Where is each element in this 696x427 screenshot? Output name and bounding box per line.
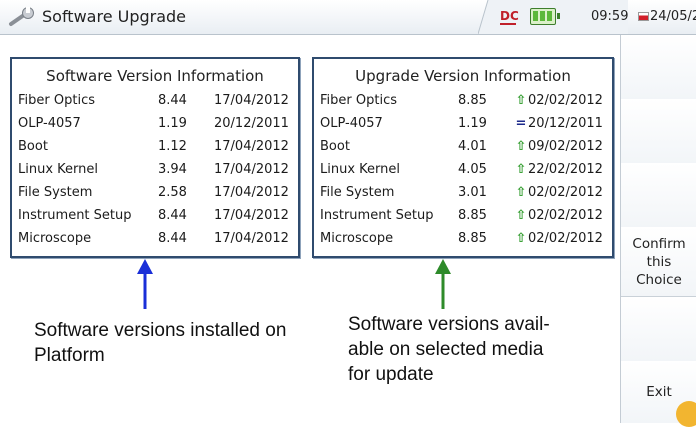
- exit-button-label: Exit: [646, 384, 672, 400]
- available-caption: Software versions avail- able on selecte…: [348, 312, 618, 387]
- software-version-panel: Software Version Information Fiber Optic…: [10, 57, 300, 258]
- upgrade-arrow-icon: ⇧: [515, 231, 527, 246]
- panel-title: Software Version Information: [46, 67, 264, 85]
- upgrade-arrow-icon: ⇧: [515, 185, 527, 200]
- button-label-line: Choice: [636, 271, 682, 288]
- upgrade-arrow-icon: ⇧: [515, 162, 527, 177]
- module-name: Microscope: [320, 231, 394, 246]
- module-version: 4.05: [458, 162, 487, 177]
- module-date: 17/04/2012: [214, 208, 289, 223]
- module-version: 8.85: [458, 93, 487, 108]
- module-date: 20/12/2011: [214, 116, 289, 131]
- module-name: Boot: [18, 139, 48, 154]
- module-date: 17/04/2012: [214, 162, 289, 177]
- clock-date: 24/05/2012: [650, 9, 696, 24]
- title-bar: Software Upgrade DC 09:59 24/05/2012: [0, 0, 696, 35]
- module-version: 1.12: [158, 139, 187, 154]
- corner-decoration-icon: [676, 401, 696, 427]
- module-name: Linux Kernel: [18, 162, 98, 177]
- module-version: 8.44: [158, 208, 187, 223]
- software-upgrade-screen: Software Upgrade DC 09:59 24/05/2012 Sof…: [0, 0, 696, 427]
- caption-line: for update: [348, 364, 434, 385]
- module-version: 8.85: [458, 208, 487, 223]
- module-name: OLP-4057: [320, 116, 383, 131]
- module-version: 1.19: [458, 116, 487, 131]
- equal-icon: =: [515, 116, 527, 131]
- module-name: Instrument Setup: [320, 208, 434, 223]
- side-button-panel: Confirm this Choice Exit: [620, 35, 696, 423]
- caption-line: able on selected media: [348, 339, 544, 360]
- up-arrow-icon: [137, 259, 153, 309]
- module-name: OLP-4057: [18, 116, 81, 131]
- remote-control-icon: DC: [500, 9, 519, 25]
- module-version: 3.01: [458, 185, 487, 200]
- module-version: 2.58: [158, 185, 187, 200]
- main-content: Software Version Information Fiber Optic…: [0, 35, 620, 423]
- module-name: Linux Kernel: [320, 162, 400, 177]
- side-button-1[interactable]: [621, 35, 696, 101]
- module-date: 02/02/2012: [528, 208, 603, 223]
- module-version: 1.19: [158, 116, 187, 131]
- installed-caption: Software versions installed on Platform: [34, 320, 287, 366]
- module-name: Microscope: [18, 231, 92, 246]
- module-name: File System: [320, 185, 395, 200]
- app-title: Software Upgrade: [42, 7, 187, 26]
- upgrade-arrow-icon: ⇧: [515, 93, 527, 108]
- side-button-3[interactable]: [621, 163, 696, 229]
- module-version: 8.85: [458, 231, 487, 246]
- battery-icon: [530, 8, 560, 25]
- button-label-line: Confirm: [632, 235, 686, 252]
- side-button-5[interactable]: [621, 297, 696, 363]
- module-name: Fiber Optics: [18, 93, 95, 108]
- module-date: 20/12/2011: [528, 116, 603, 131]
- confirm-this-choice-button[interactable]: Confirm this Choice: [621, 227, 696, 297]
- up-arrow-icon: [435, 259, 451, 309]
- module-date: 17/04/2012: [214, 185, 289, 200]
- module-date: 17/04/2012: [214, 93, 289, 108]
- module-date: 09/02/2012: [528, 139, 603, 154]
- module-date: 02/02/2012: [528, 231, 603, 246]
- module-name: Boot: [320, 139, 350, 154]
- side-button-2[interactable]: [621, 99, 696, 165]
- module-date: 02/02/2012: [528, 93, 603, 108]
- caption-line: Software versions avail-: [348, 314, 550, 335]
- module-name: Fiber Optics: [320, 93, 397, 108]
- module-version: 4.01: [458, 139, 487, 154]
- clock-time: 09:59: [591, 9, 629, 24]
- module-date: 02/02/2012: [528, 185, 603, 200]
- status-flag-icon: [638, 12, 649, 21]
- module-date: 22/02/2012: [528, 162, 603, 177]
- module-version: 8.44: [158, 231, 187, 246]
- upgrade-version-panel: Upgrade Version Information Fiber Optics…: [312, 57, 614, 258]
- module-version: 8.44: [158, 93, 187, 108]
- module-version: 3.94: [158, 162, 187, 177]
- module-name: File System: [18, 185, 93, 200]
- upgrade-arrow-icon: ⇧: [515, 208, 527, 223]
- module-name: Instrument Setup: [18, 208, 132, 223]
- wrench-icon: [9, 7, 34, 26]
- module-date: 17/04/2012: [214, 139, 289, 154]
- module-date: 17/04/2012: [214, 231, 289, 246]
- panel-title: Upgrade Version Information: [355, 67, 571, 85]
- button-label-line: this: [646, 253, 672, 270]
- upgrade-arrow-icon: ⇧: [515, 139, 527, 154]
